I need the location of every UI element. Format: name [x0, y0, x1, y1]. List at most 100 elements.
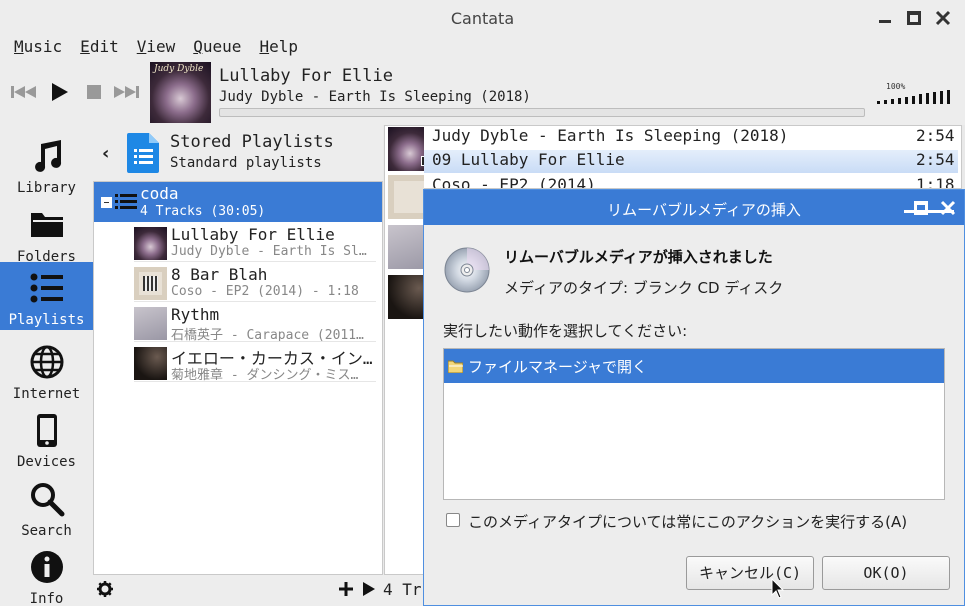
dialog-media-type: メディアのタイプ: ブランク CD ディスク — [504, 279, 784, 297]
search-icon — [31, 483, 65, 517]
music-note-icon — [35, 140, 62, 172]
sidebar-item-library[interactable]: Library — [0, 130, 93, 198]
playlists-footer: 4 Tr — [93, 575, 423, 606]
window-title: Cantata — [450, 9, 515, 28]
track-subtitle: Coso - EP2 (2014) - 1:18 — [171, 284, 359, 299]
table-row[interactable]: Coso - EP2 (2014) 1:18 — [432, 175, 961, 189]
close-icon[interactable] — [940, 200, 956, 216]
always-do-this-checkbox[interactable] — [446, 513, 460, 527]
album-cover — [134, 227, 167, 260]
phone-icon — [37, 414, 57, 447]
previous-track-icon[interactable] — [11, 85, 37, 99]
sidebar-item-playlists[interactable]: Playlists — [0, 262, 93, 330]
volume-slider[interactable] — [877, 90, 953, 104]
sidebar-item-label: Info — [29, 591, 64, 606]
cd-icon — [444, 247, 490, 293]
track-title: 8 Bar Blah — [171, 265, 268, 284]
menu-edit[interactable]: Edit — [80, 36, 119, 60]
album-cover — [388, 275, 424, 319]
track-title: Rythm — [171, 305, 220, 324]
play-icon[interactable] — [51, 82, 69, 102]
cancel-button[interactable]: キャンセル(C) — [686, 556, 814, 590]
playlists-title: Stored Playlists — [170, 132, 334, 152]
sidebar: Library Folders Playlists Internet Devic… — [0, 125, 93, 606]
progress-slider[interactable] — [219, 108, 865, 117]
collapse-icon[interactable] — [101, 197, 112, 208]
stop-icon[interactable] — [87, 85, 101, 99]
sidebar-item-folders[interactable]: Folders — [0, 199, 93, 267]
back-chevron-icon[interactable]: ‹ — [102, 143, 109, 164]
menu-view[interactable]: View — [137, 36, 176, 60]
list-item[interactable]: Lullaby For Ellie Judy Dyble - Earth Is … — [134, 224, 376, 262]
action-open-file-manager[interactable]: ファイルマネージャで開く — [444, 349, 944, 383]
always-do-this-label[interactable]: このメディアタイプについては常にこのアクションを実行する(A) — [468, 511, 907, 532]
playlist-icon — [115, 194, 137, 209]
next-track-icon[interactable] — [113, 85, 139, 99]
sidebar-item-label: Search — [21, 523, 72, 539]
playlist-document-icon — [127, 133, 159, 173]
folder-icon — [31, 213, 63, 237]
now-playing-cover[interactable]: Judy Dyble — [150, 62, 211, 123]
album-cover — [388, 225, 424, 269]
track-subtitle: 菊地雅章 - ダンシング・ミス… — [171, 368, 359, 382]
sidebar-item-label: Playlists — [8, 312, 85, 328]
gear-icon[interactable] — [97, 581, 113, 597]
playlist-meta: 4 Tracks (30:05) — [140, 204, 266, 219]
sidebar-item-search[interactable]: Search — [0, 473, 93, 541]
action-label: ファイルマネージャで開く — [468, 358, 647, 376]
table-row[interactable]: Judy Dyble - Earth Is Sleeping (2018) 2:… — [432, 126, 961, 149]
add-icon[interactable] — [339, 582, 353, 596]
play-queue[interactable] — [384, 125, 424, 575]
track-title: Lullaby For Ellie — [171, 225, 335, 244]
playlist-name: coda — [140, 184, 179, 203]
removable-media-dialog: リムーバブルメディアの挿入 リムーバブルメディアが挿入されました メディアのタイ… — [423, 189, 965, 606]
menu-queue[interactable]: Queue — [193, 36, 241, 60]
play-queue-list[interactable]: Judy Dyble - Earth Is Sleeping (2018) 2:… — [424, 125, 962, 189]
menu-music[interactable]: Music — [14, 36, 62, 60]
sidebar-item-label: Internet — [12, 386, 81, 402]
dialog-prompt: 実行したい動作を選択してください: — [443, 322, 688, 340]
maximize-icon[interactable] — [907, 11, 921, 25]
track-subtitle: Judy Dyble - Earth Is Sl… — [171, 244, 367, 259]
playlist-group-coda[interactable]: coda 4 Tracks (30:05) — [94, 182, 382, 222]
queue-row-duration: 2:54 — [916, 150, 955, 169]
playlist-tree[interactable]: coda 4 Tracks (30:05) Lullaby For Ellie … — [93, 181, 383, 575]
menu-bar: Music Edit View Queue Help — [0, 36, 965, 60]
list-icon — [30, 273, 63, 303]
sidebar-item-label: Library — [16, 180, 76, 196]
close-icon[interactable] — [935, 10, 951, 26]
minimize-icon[interactable] — [877, 10, 893, 26]
sidebar-item-label: Devices — [16, 454, 76, 470]
dialog-heading: リムーバブルメディアが挿入されました — [504, 248, 773, 266]
action-list[interactable]: ファイルマネージャで開く — [443, 348, 945, 500]
playlists-header: ‹ Stored Playlists Standard playlists — [93, 125, 383, 181]
album-cover — [134, 267, 167, 300]
sidebar-item-info[interactable]: Info — [0, 541, 93, 606]
queue-row-text: 09 Lullaby For Ellie — [432, 150, 625, 169]
album-cover — [388, 175, 424, 219]
play-icon[interactable] — [363, 582, 375, 596]
cover-lettering: Judy Dyble — [154, 64, 204, 74]
table-row[interactable]: 09 Lullaby For Ellie 2:54 — [424, 150, 958, 173]
ok-button[interactable]: OK(O) — [822, 556, 950, 590]
sidebar-item-devices[interactable]: Devices — [0, 404, 93, 472]
menu-help[interactable]: Help — [259, 36, 298, 60]
queue-row-text: Coso - EP2 (2014) — [432, 175, 596, 189]
window-titlebar[interactable]: Cantata — [0, 0, 965, 36]
list-item[interactable]: イエロー・カーカス・イン… 菊地雅章 - ダンシング・ミス… — [134, 344, 376, 382]
playlists-subtitle: Standard playlists — [170, 155, 322, 171]
queue-row-duration: 2:54 — [916, 126, 955, 145]
queue-row-duration: 1:18 — [916, 175, 955, 189]
list-item[interactable]: Rythm 石橋英子 - Carapace (2011… — [134, 304, 376, 342]
mouse-cursor-icon — [771, 578, 785, 599]
album-cover — [388, 127, 424, 171]
globe-icon — [30, 345, 64, 379]
info-icon — [31, 551, 63, 583]
track-subtitle: 石橋英子 - Carapace (2011… — [171, 328, 364, 342]
dialog-title: リムーバブルメディアの挿入 — [607, 201, 801, 219]
list-item[interactable]: 8 Bar Blah Coso - EP2 (2014) - 1:18 — [134, 264, 376, 302]
now-playing-title: Lullaby For Ellie — [219, 66, 393, 86]
playlist-footer-count: 4 Tr — [383, 580, 422, 599]
sidebar-item-internet[interactable]: Internet — [0, 336, 93, 404]
dialog-titlebar[interactable]: リムーバブルメディアの挿入 — [424, 190, 964, 225]
